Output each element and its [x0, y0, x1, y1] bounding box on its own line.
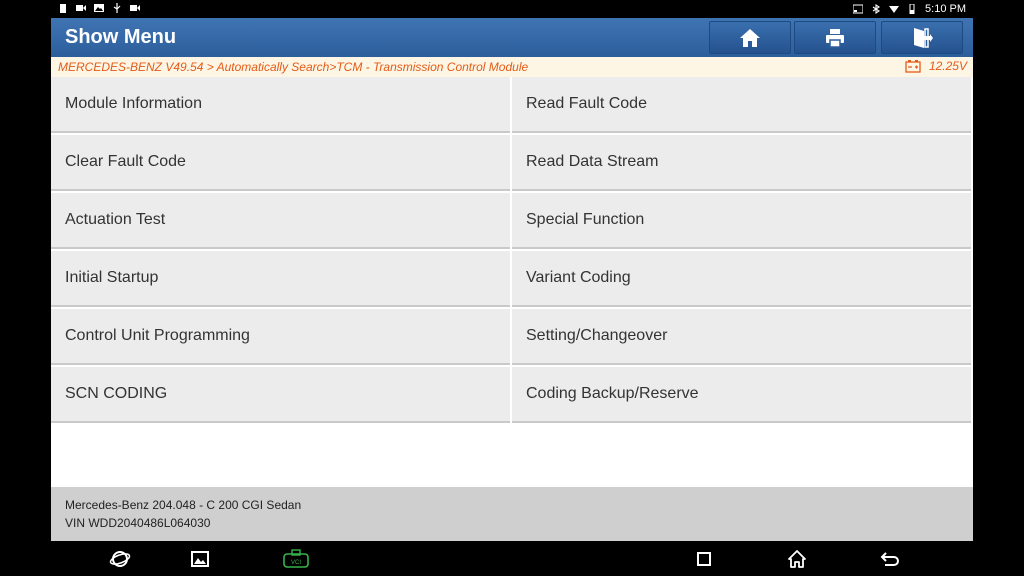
home-button[interactable]: [709, 21, 791, 54]
menu-item-label: Coding Backup/Reserve: [526, 385, 699, 402]
video-icon: [76, 5, 86, 11]
battery-icon: [60, 4, 66, 13]
menu-item-setting-changeover[interactable]: Setting/Changeover: [512, 309, 971, 365]
app-window: Show Menu MERCEDES-BENZ V49.54 > Automat…: [51, 18, 973, 541]
vehicle-info: Mercedes-Benz 204.048 - C 200 CGI Sedan …: [51, 487, 973, 541]
nav-home-button[interactable]: [786, 548, 808, 570]
menu-item-control-unit-programming[interactable]: Control Unit Programming: [51, 309, 510, 365]
header-bar: Show Menu: [51, 18, 973, 57]
gallery-button[interactable]: [189, 548, 211, 570]
menu-item-special-function[interactable]: Special Function: [512, 193, 971, 249]
breadcrumb-path: MERCEDES-BENZ V49.54 > Automatically Sea…: [58, 60, 529, 74]
menu-item-read-data-stream[interactable]: Read Data Stream: [512, 135, 971, 191]
menu-item-label: Setting/Changeover: [526, 327, 668, 344]
menu-item-label: Actuation Test: [65, 211, 166, 228]
navigation-bar: VCI: [0, 541, 1024, 576]
status-time: 5:10 PM: [925, 3, 966, 15]
page-title: Show Menu: [65, 26, 177, 48]
browser-icon: [109, 551, 131, 567]
wifi-icon: [889, 6, 900, 13]
car-battery-icon: [905, 60, 921, 73]
status-left-icons: [58, 3, 140, 13]
menu-item-label: Read Fault Code: [526, 95, 647, 112]
vci-icon: VCI: [283, 549, 309, 568]
voltage-value: 12.25V: [928, 59, 967, 73]
menu-item-clear-fault-code[interactable]: Clear Fault Code: [51, 135, 510, 191]
menu-item-label: Read Data Stream: [526, 153, 659, 170]
breadcrumb: MERCEDES-BENZ V49.54 > Automatically Sea…: [51, 57, 973, 77]
status-bar: 5:10 PM: [0, 0, 1024, 18]
gallery-icon: [191, 551, 209, 567]
menu-item-coding-backup[interactable]: Coding Backup/Reserve: [512, 367, 971, 423]
function-menu: Module Information Read Fault Code Clear…: [51, 77, 973, 425]
recents-icon: [697, 552, 711, 566]
exit-icon: [914, 27, 933, 48]
menu-item-label: Clear Fault Code: [65, 153, 186, 170]
menu-item-label: Variant Coding: [526, 269, 631, 286]
back-button[interactable]: [879, 548, 901, 570]
browser-button[interactable]: [109, 548, 131, 570]
battery-icon: [909, 4, 915, 14]
status-right-icons: 5:10 PM: [853, 3, 966, 15]
bluetooth-icon: [872, 4, 881, 14]
menu-item-actuation-test[interactable]: Actuation Test: [51, 193, 510, 249]
menu-item-label: Initial Startup: [65, 269, 159, 286]
menu-item-initial-startup[interactable]: Initial Startup: [51, 251, 510, 307]
menu-item-variant-coding[interactable]: Variant Coding: [512, 251, 971, 307]
print-icon: [826, 28, 844, 48]
menu-item-label: SCN CODING: [65, 385, 168, 402]
menu-item-label: Special Function: [526, 211, 645, 228]
menu-item-label: Control Unit Programming: [65, 327, 250, 344]
usb-icon: [113, 3, 121, 13]
vci-label: VCI: [291, 560, 301, 566]
home-icon: [788, 550, 806, 568]
voltage-indicator: 12.25V: [905, 59, 967, 73]
image-icon: [94, 4, 104, 12]
vehicle-vin: VIN WDD2040486L064030: [65, 516, 211, 530]
back-icon: [880, 552, 899, 566]
print-button[interactable]: [794, 21, 876, 54]
menu-item-read-fault-code[interactable]: Read Fault Code: [512, 77, 971, 133]
cast-icon: [853, 4, 864, 14]
vci-button[interactable]: VCI: [283, 548, 309, 570]
home-icon: [740, 28, 760, 47]
menu-item-label: Module Information: [65, 95, 202, 112]
exit-button[interactable]: [881, 21, 963, 54]
vehicle-model: Mercedes-Benz 204.048 - C 200 CGI Sedan: [65, 498, 302, 512]
menu-item-scn-coding[interactable]: SCN CODING: [51, 367, 510, 423]
menu-item-module-information[interactable]: Module Information: [51, 77, 510, 133]
video-icon: [130, 5, 140, 11]
recents-button[interactable]: [693, 548, 715, 570]
